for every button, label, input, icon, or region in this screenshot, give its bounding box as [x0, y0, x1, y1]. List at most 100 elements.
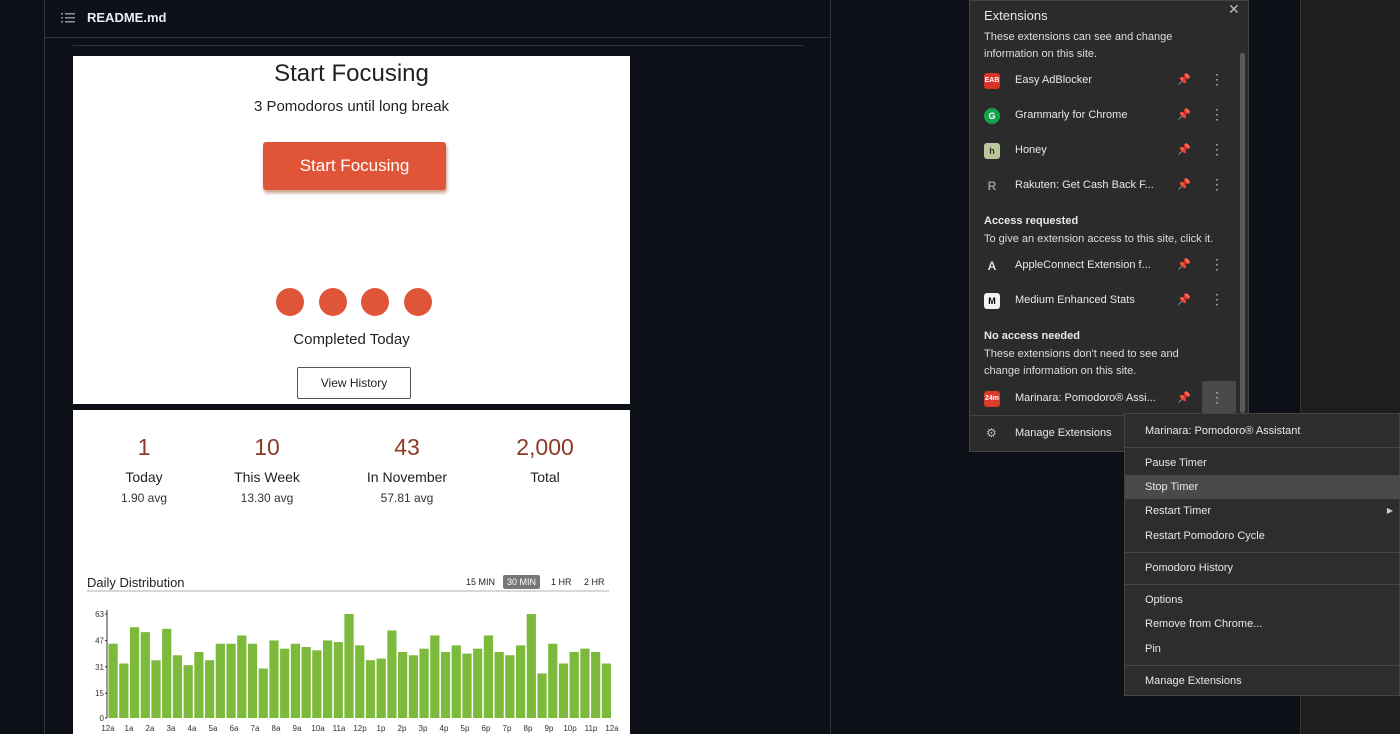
extension-row[interactable]: h Honey 📌 ⋮ — [970, 133, 1236, 168]
more-icon[interactable]: ⋮ — [1210, 142, 1224, 156]
more-icon[interactable]: ⋮ — [1210, 292, 1224, 306]
chart-bar — [280, 648, 290, 718]
more-icon[interactable]: ⋮ — [1210, 390, 1224, 404]
chart-bar — [301, 647, 311, 718]
menu-separator — [1125, 584, 1400, 585]
medium-icon: M — [984, 293, 1000, 309]
completed-today-label: Completed Today — [293, 331, 410, 348]
stat-avg: 13.30 avg — [240, 491, 294, 505]
chart-bar — [408, 655, 418, 718]
extensions-title: Extensions — [984, 8, 1048, 23]
pin-icon[interactable]: 📌 — [1177, 178, 1191, 192]
appleconnect-icon: A — [984, 258, 1000, 274]
chart-bar — [591, 651, 601, 718]
scrollbar[interactable] — [1240, 53, 1245, 413]
chart-bar — [515, 645, 526, 718]
pin-icon[interactable]: 📌 — [1177, 258, 1191, 272]
x-tick-label: 5p — [461, 724, 470, 733]
extension-row[interactable]: G Grammarly for Chrome 📌 ⋮ — [970, 98, 1236, 133]
list-icon[interactable] — [61, 11, 75, 25]
chart-bar — [580, 648, 590, 718]
menu-separator — [1125, 552, 1400, 553]
menu-item-stop-timer[interactable]: Stop Timer — [1125, 475, 1400, 499]
view-history-button[interactable]: View History — [297, 367, 411, 399]
chart-bar — [376, 658, 386, 718]
y-tick-label: 15 — [95, 689, 104, 698]
distribution-rule — [87, 590, 609, 592]
menu-item-manage-extensions[interactable]: Manage Extensions — [1125, 669, 1400, 693]
chart-bar — [226, 643, 236, 718]
stat-total: 2,000 Total — [485, 434, 605, 491]
pin-icon[interactable]: 📌 — [1177, 108, 1191, 122]
marinara-icon: 24m — [984, 391, 1000, 407]
stat-label: In November — [366, 469, 448, 485]
start-focusing-button[interactable]: Start Focusing — [263, 142, 446, 190]
menu-item-pause-timer[interactable]: Pause Timer — [1125, 451, 1400, 475]
x-tick-label: 12a — [101, 724, 115, 733]
menu-item-pin[interactable]: Pin — [1125, 637, 1400, 661]
menu-item-restart-cycle[interactable]: Restart Pomodoro Cycle — [1125, 524, 1400, 548]
extension-row[interactable]: M Medium Enhanced Stats 📌 ⋮ — [970, 283, 1236, 318]
no-access-heading: No access needed — [984, 330, 1080, 342]
menu-item-history[interactable]: Pomodoro History — [1125, 556, 1400, 580]
x-tick-label: 3a — [167, 724, 176, 733]
segment-15-min[interactable]: 15 MIN — [462, 575, 499, 589]
x-tick-label: 12p — [353, 724, 367, 733]
close-icon[interactable]: ✕ — [1228, 1, 1240, 18]
chart-bar — [322, 640, 333, 718]
menu-item-restart-timer[interactable]: Restart Timer ▶ — [1125, 499, 1400, 523]
segment-30-min[interactable]: 30 MIN — [503, 575, 541, 589]
chart-bar — [119, 663, 129, 718]
pin-icon[interactable]: 📌 — [1177, 293, 1191, 307]
chart-bar — [344, 614, 354, 718]
extension-name: Medium Enhanced Stats — [1015, 294, 1135, 306]
x-tick-label: 1p — [377, 724, 386, 733]
stat-avg: 57.81 avg — [380, 491, 434, 505]
menu-separator — [1125, 665, 1400, 666]
manage-extensions-label: Manage Extensions — [1015, 427, 1112, 439]
readme-title: README.md — [87, 10, 167, 25]
x-tick-label: 7p — [503, 724, 512, 733]
segment-2-hr[interactable]: 2 HR — [580, 575, 609, 589]
more-icon[interactable]: ⋮ — [1210, 257, 1224, 271]
x-tick-label: 8p — [524, 724, 533, 733]
pin-icon[interactable]: 📌 — [1177, 391, 1191, 405]
menu-item-label: Restart Timer — [1145, 505, 1212, 517]
completed-dot — [276, 288, 304, 316]
extension-row[interactable]: EAB Easy AdBlocker 📌 ⋮ — [970, 63, 1236, 98]
stat-number: 10 — [254, 434, 280, 460]
readme-header: README.md — [45, 0, 830, 38]
extension-row[interactable]: 24m Marinara: Pomodoro® Assi... 📌 ⋮ — [970, 381, 1236, 416]
chart-bar — [387, 630, 397, 718]
extension-row[interactable]: A AppleConnect Extension f... 📌 ⋮ — [970, 248, 1236, 283]
x-tick-label: 11p — [585, 724, 598, 733]
chart-bar — [419, 648, 429, 718]
chart-bar — [162, 628, 172, 718]
extension-name: Marinara: Pomodoro® Assi... — [1015, 392, 1156, 404]
honey-icon: h — [984, 143, 1000, 159]
extension-row[interactable]: R Rakuten: Get Cash Back F... 📌 ⋮ — [970, 168, 1236, 203]
segment-1-hr[interactable]: 1 HR — [547, 575, 576, 589]
distribution-title: Daily Distribution — [87, 575, 185, 590]
x-tick-label: 9a — [293, 724, 302, 733]
chart-bar — [398, 651, 408, 718]
menu-separator — [1125, 447, 1400, 448]
more-icon[interactable]: ⋮ — [1210, 72, 1224, 86]
chart-bar — [483, 635, 494, 718]
chart-bar — [355, 645, 365, 718]
x-tick-label: 4p — [440, 724, 449, 733]
extension-name: Honey — [1015, 144, 1047, 156]
chart-bar — [215, 643, 225, 718]
stat-number: 43 — [394, 434, 420, 460]
extension-name: AppleConnect Extension f... — [1015, 259, 1151, 271]
menu-item-options[interactable]: Options — [1125, 588, 1400, 612]
x-tick-label: 4a — [188, 724, 197, 733]
rakuten-icon: R — [984, 178, 1000, 194]
pin-icon[interactable]: 📌 — [1177, 143, 1191, 157]
more-icon[interactable]: ⋮ — [1210, 177, 1224, 191]
chart-bar — [451, 645, 461, 718]
pin-icon[interactable]: 📌 — [1177, 73, 1191, 87]
more-icon[interactable]: ⋮ — [1210, 107, 1224, 121]
menu-item-remove[interactable]: Remove from Chrome... — [1125, 612, 1400, 636]
x-tick-label: 9p — [545, 724, 554, 733]
